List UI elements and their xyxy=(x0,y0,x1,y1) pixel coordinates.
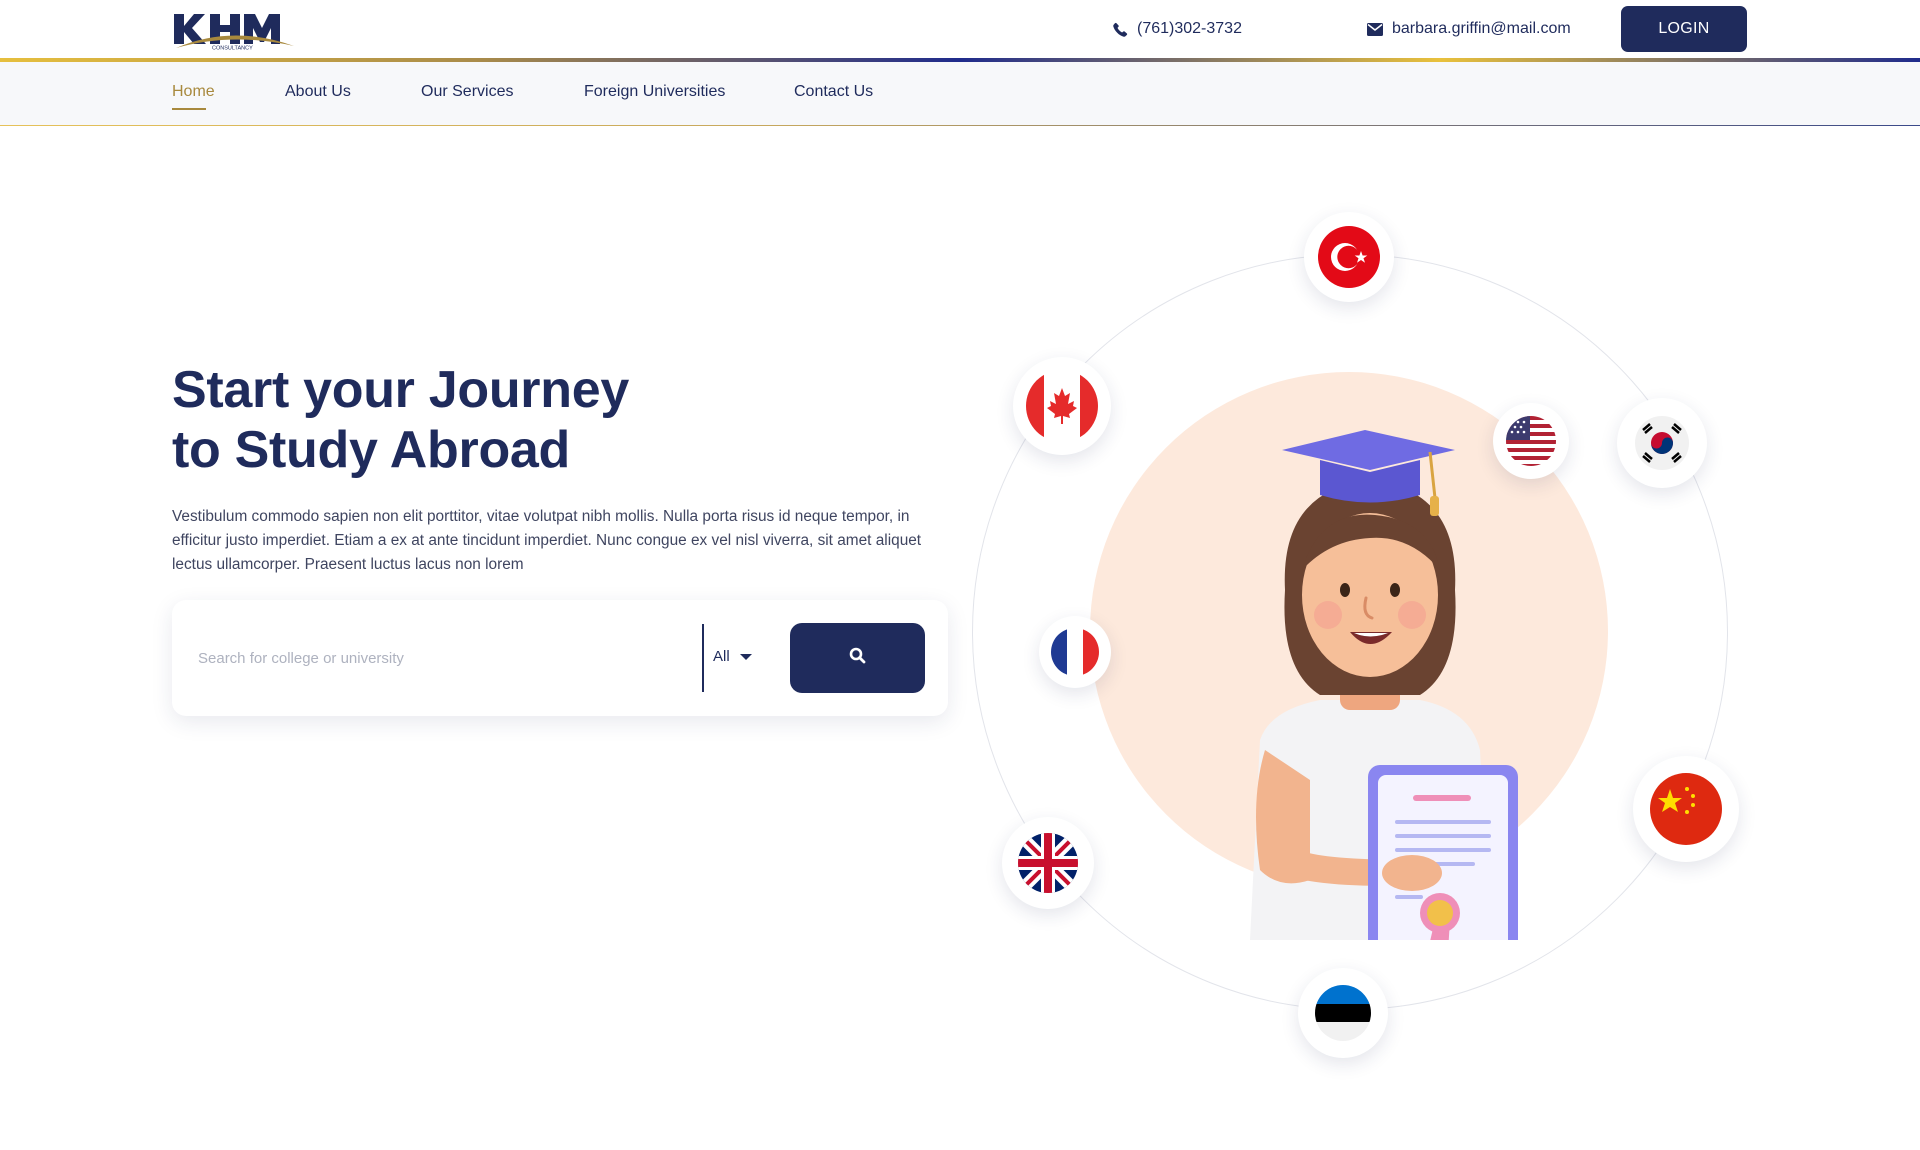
phone-contact[interactable]: (761)302-3732 xyxy=(1113,20,1242,38)
nav-item-contact-us[interactable]: Contact Us xyxy=(794,83,873,101)
filter-selected-value: All xyxy=(713,648,730,665)
search-divider xyxy=(702,624,704,692)
nav-divider xyxy=(0,125,1920,126)
email-contact[interactable]: barbara.griffin@mail.com xyxy=(1367,20,1571,38)
china-flag-icon xyxy=(1633,756,1739,862)
caret-down-icon xyxy=(739,653,752,660)
united-kingdom-flag-icon xyxy=(1002,817,1094,909)
hero-title-line-1: Start your Journey xyxy=(172,361,629,419)
canada-flag-icon xyxy=(1013,357,1111,455)
login-button[interactable]: LOGIN xyxy=(1621,6,1747,52)
graduate-student-illustration xyxy=(1190,420,1550,965)
top-bar: CONSULTANCY (761)302-3732 barbara.griffi… xyxy=(0,0,1920,60)
france-flag-icon xyxy=(1039,616,1111,688)
nav-active-indicator xyxy=(172,108,206,110)
hero-title: Start your Journey to Study Abroad xyxy=(172,360,692,480)
filter-dropdown[interactable]: All xyxy=(713,648,752,665)
logo[interactable]: CONSULTANCY xyxy=(172,10,296,52)
search-card: All xyxy=(172,600,948,716)
hero-illustration xyxy=(960,200,1760,1080)
search-input[interactable] xyxy=(198,634,698,682)
email-address: barbara.griffin@mail.com xyxy=(1392,20,1571,37)
nav-item-our-services[interactable]: Our Services xyxy=(421,83,513,101)
usa-flag-icon xyxy=(1493,403,1569,479)
phone-icon xyxy=(1113,22,1128,37)
estonia-flag-icon xyxy=(1298,968,1388,1058)
turkey-flag-icon xyxy=(1304,212,1394,302)
main-nav: Home About Us Our Services Foreign Unive… xyxy=(0,62,1920,126)
hero-description: Vestibulum commodo sapien non elit portt… xyxy=(172,508,922,573)
nav-item-about-us[interactable]: About Us xyxy=(285,83,351,101)
envelope-icon xyxy=(1367,22,1383,36)
nav-item-home[interactable]: Home xyxy=(172,83,215,101)
phone-number: (761)302-3732 xyxy=(1137,20,1242,37)
hero-title-line-2: to Study Abroad xyxy=(172,421,570,479)
nav-item-foreign-universities[interactable]: Foreign Universities xyxy=(584,83,725,101)
svg-text:CONSULTANCY: CONSULTANCY xyxy=(212,46,253,51)
south-korea-flag-icon xyxy=(1617,398,1707,488)
search-icon xyxy=(849,647,866,669)
search-button[interactable] xyxy=(790,623,925,693)
